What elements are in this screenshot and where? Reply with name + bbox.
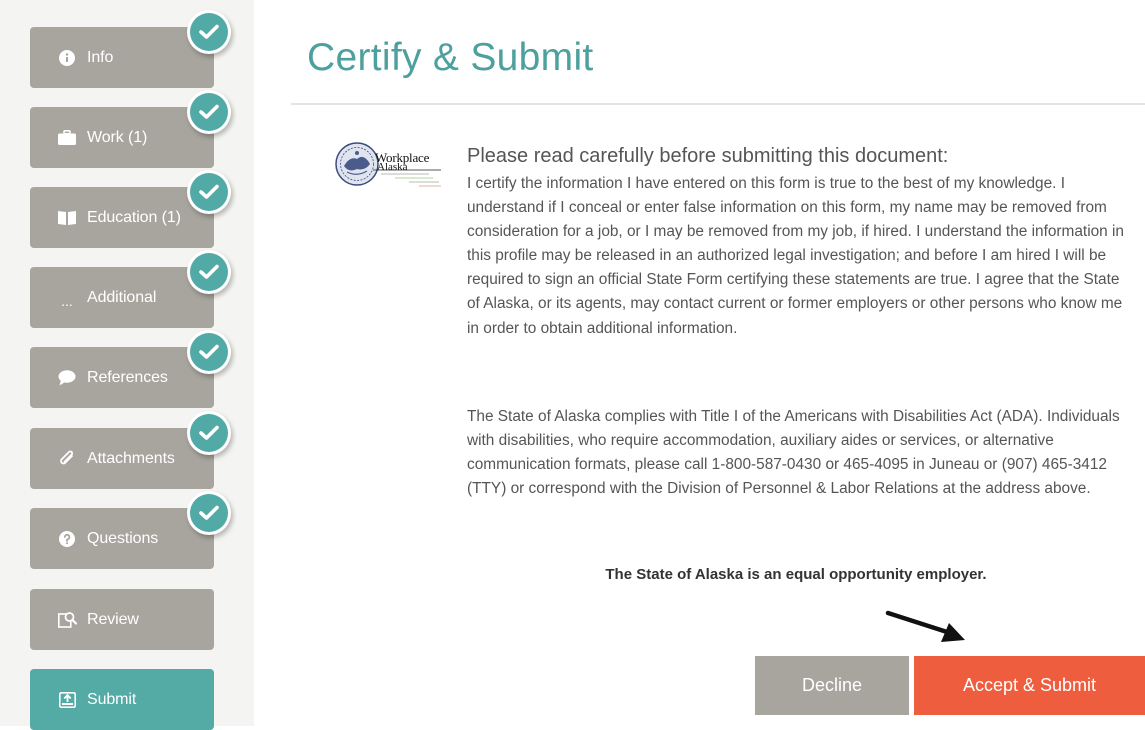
sidebar-item-label: Additional	[87, 288, 157, 306]
ellipsis-icon: ...	[61, 292, 73, 309]
check-icon	[190, 414, 228, 452]
sidebar-item-label: Work (1)	[87, 128, 148, 146]
briefcase-icon	[56, 127, 78, 149]
sidebar-item-work[interactable]: Work (1)	[30, 107, 214, 168]
sidebar-item-label: References	[87, 368, 168, 386]
sidebar-item-submit[interactable]: Submit	[30, 669, 214, 730]
paperclip-icon	[56, 448, 78, 470]
sidebar-item-label: Submit	[87, 690, 137, 708]
arrow-annotation-icon	[885, 610, 965, 642]
workplace-alaska-logo: Workplace Alaska	[333, 140, 445, 192]
sidebar-item-attachments[interactable]: Attachments	[30, 428, 214, 489]
check-icon	[190, 494, 228, 532]
sidebar-item-label: Questions	[87, 529, 159, 547]
check-icon	[190, 13, 228, 51]
sidebar-item-references[interactable]: References	[30, 347, 214, 408]
decline-button[interactable]: Decline	[755, 656, 909, 715]
check-icon	[190, 173, 228, 211]
sidebar-item-info[interactable]: Info	[30, 27, 214, 88]
info-icon	[56, 47, 78, 69]
page-title: Certify & Submit	[307, 36, 594, 79]
ada-notice-text: The State of Alaska complies with Title …	[467, 408, 1120, 498]
book-icon	[56, 207, 78, 229]
eeo-statement: The State of Alaska is an equal opportun…	[605, 566, 987, 583]
check-icon	[190, 253, 228, 291]
review-search-icon	[56, 609, 78, 631]
check-icon	[190, 93, 228, 131]
sidebar-item-label: Education (1)	[87, 208, 181, 226]
accept-submit-button[interactable]: Accept & Submit	[914, 656, 1145, 715]
instructions-heading: Please read carefully before submitting …	[467, 145, 949, 167]
sidebar-item-additional[interactable]: ... Additional	[30, 267, 214, 328]
check-icon	[190, 333, 228, 371]
divider	[291, 103, 1145, 105]
sidebar-item-education[interactable]: Education (1)	[30, 187, 214, 248]
sidebar-item-questions[interactable]: Questions	[30, 508, 214, 569]
sidebar-nav: Info Work (1) Education (1) ... Addition…	[0, 0, 254, 730]
question-icon	[56, 528, 78, 550]
sidebar-item-label: Info	[87, 48, 114, 66]
certification-text: I certify the information I have entered…	[467, 175, 1124, 337]
speech-bubble-icon	[56, 367, 78, 389]
submit-icon	[56, 689, 78, 711]
sidebar-item-review[interactable]: Review	[30, 589, 214, 650]
sidebar-item-label: Review	[87, 610, 139, 628]
sidebar-item-label: Attachments	[87, 449, 175, 467]
